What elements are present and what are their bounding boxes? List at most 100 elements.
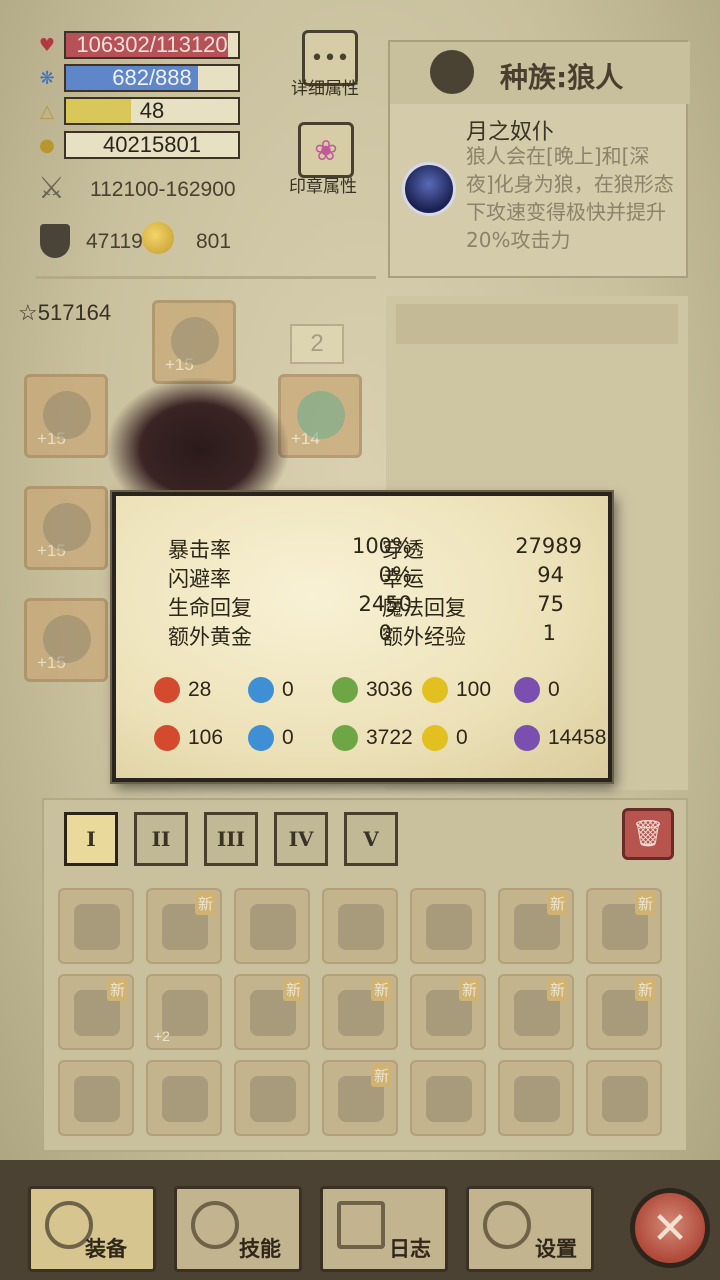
mp-regen-label: 魔法回复: [382, 596, 466, 620]
detail-attributes-label: 详细属性: [291, 79, 359, 99]
equipment-set-badge[interactable]: 2: [290, 324, 344, 364]
nav-skill-button[interactable]: 技能: [174, 1186, 302, 1272]
hp-row: ♥ 106302/113120: [36, 30, 240, 60]
dark-orb-icon: [514, 677, 540, 703]
nav-equip-button[interactable]: 装备: [28, 1186, 156, 1272]
new-badge: 新: [546, 978, 568, 1001]
inventory-slot[interactable]: 新: [322, 974, 398, 1050]
magic-orb-icon: [142, 222, 174, 254]
nav-settings-button[interactable]: 设置: [466, 1186, 594, 1272]
defense-value: 47119: [86, 230, 143, 253]
penetration-label: 穿透: [382, 538, 424, 562]
inventory-slot[interactable]: [234, 1060, 310, 1136]
inventory-tab-3[interactable]: III: [204, 812, 258, 866]
new-badge: 新: [634, 892, 656, 915]
inventory-slot[interactable]: +2: [146, 974, 222, 1050]
inventory-slot[interactable]: [410, 1060, 486, 1136]
nav-settings-label: 设置: [535, 1237, 577, 1261]
hp-regen-label: 生命回复: [168, 596, 252, 620]
fire-icon: [154, 677, 180, 703]
inventory-tab-1[interactable]: I: [64, 812, 118, 866]
inventory-slot[interactable]: 新: [234, 974, 310, 1050]
wood-resist: 3722: [332, 720, 413, 756]
gold-box: 40215801: [64, 131, 240, 159]
trash-icon[interactable]: 🗑: [622, 808, 674, 860]
game-screen: ♥ 106302/113120 ❋ 682/888 △ 48 ● 4021580…: [0, 0, 720, 1280]
fire-attack: 28: [154, 672, 211, 708]
fire-shield-icon: [154, 725, 180, 751]
lightning-shield-icon: [422, 725, 448, 751]
werewolf-character: [108, 378, 288, 496]
nav-log-button[interactable]: 日志: [320, 1186, 448, 1272]
wolf-emblem-icon: [430, 50, 474, 94]
gold-value: 40215801: [103, 132, 201, 157]
leaf-icon: [332, 677, 358, 703]
leaf-shield-icon: [332, 725, 358, 751]
new-badge: 新: [458, 978, 480, 1001]
water-drop-icon: [248, 677, 274, 703]
tooltip-row: 暴击率 100% 穿透 27989: [168, 534, 588, 563]
inventory-slot[interactable]: 新: [322, 1060, 398, 1136]
new-badge: 新: [282, 978, 304, 1001]
mana-icon: ❋: [39, 67, 55, 89]
close-button[interactable]: ✕: [630, 1188, 710, 1268]
water-resist: 0: [248, 720, 294, 756]
equip-slot-armor[interactable]: +15: [24, 486, 108, 570]
inventory-slot[interactable]: 新: [410, 974, 486, 1050]
inventory-tab-4[interactable]: IV: [274, 812, 328, 866]
lightning-burst-icon: [422, 677, 448, 703]
seal-attributes-label: 印章属性: [289, 177, 357, 197]
race-title: 种族:狼人: [500, 61, 624, 94]
crossed-swords-icon: ⚔: [38, 171, 65, 206]
hp-bar: 106302/113120: [64, 31, 240, 59]
dark-attack: 0: [514, 672, 560, 708]
item-icon: [162, 1076, 208, 1122]
inventory-slot[interactable]: [322, 888, 398, 964]
element-resist-row: 106 0 3722 0 14458: [154, 720, 606, 756]
inventory-slot[interactable]: 新: [586, 974, 662, 1050]
gold-icon: ●: [39, 134, 55, 156]
dots-icon: •••: [310, 45, 350, 71]
equip-slot-weapon[interactable]: +15: [24, 374, 108, 458]
heart-icon: ♥: [38, 34, 56, 56]
inventory-slot[interactable]: [410, 888, 486, 964]
tooltip-row: 生命回复 2450 魔法回复 75: [168, 592, 588, 621]
inventory-slot[interactable]: 新: [498, 888, 574, 964]
inventory-slot[interactable]: [234, 888, 310, 964]
nav-skill-label: 技能: [239, 1237, 281, 1261]
item-icon: [74, 904, 120, 950]
equip-slot-helmet[interactable]: +15: [152, 300, 236, 384]
moon-wolf-skill-icon[interactable]: [402, 162, 456, 216]
equip-slot-boots[interactable]: +15: [24, 598, 108, 682]
shield-icon: [40, 224, 70, 258]
secondary-panel-header: [396, 304, 678, 344]
attribute-tooltip: 暴击率 100% 穿透 27989 闪避率 0% 幸运 94 生命回复 2450…: [112, 492, 612, 782]
equip-slot-accessory[interactable]: +14: [278, 374, 362, 458]
gold-row: ● 40215801: [36, 130, 240, 160]
element-attack-row: 28 0 3036 100 0: [154, 672, 604, 708]
inventory-slot[interactable]: 新: [146, 888, 222, 964]
inventory-slot[interactable]: [586, 1060, 662, 1136]
inventory-slot[interactable]: [498, 1060, 574, 1136]
mp-regen-value: 75: [537, 592, 564, 616]
water-shield-icon: [248, 725, 274, 751]
inventory-tab-2[interactable]: II: [134, 812, 188, 866]
item-icon: [426, 1076, 472, 1122]
inventory-slot[interactable]: [146, 1060, 222, 1136]
fire-resist: 106: [154, 720, 223, 756]
item-icon: [250, 1076, 296, 1122]
wood-attack: 3036: [332, 672, 413, 708]
nav-equip-label: 装备: [85, 1237, 127, 1261]
inventory-slot[interactable]: 新: [586, 888, 662, 964]
inventory-slot[interactable]: 新: [58, 974, 134, 1050]
seal-attributes-button[interactable]: ❀: [298, 122, 354, 178]
inventory-slot[interactable]: [58, 1060, 134, 1136]
level-row: △ 48: [36, 96, 240, 126]
inventory-slot[interactable]: [58, 888, 134, 964]
new-badge: 新: [194, 892, 216, 915]
combat-power: ☆517164: [18, 300, 112, 325]
inventory-tab-5[interactable]: V: [344, 812, 398, 866]
new-badge: 新: [106, 978, 128, 1001]
enhance-level: +2: [154, 1028, 170, 1044]
inventory-slot[interactable]: 新: [498, 974, 574, 1050]
